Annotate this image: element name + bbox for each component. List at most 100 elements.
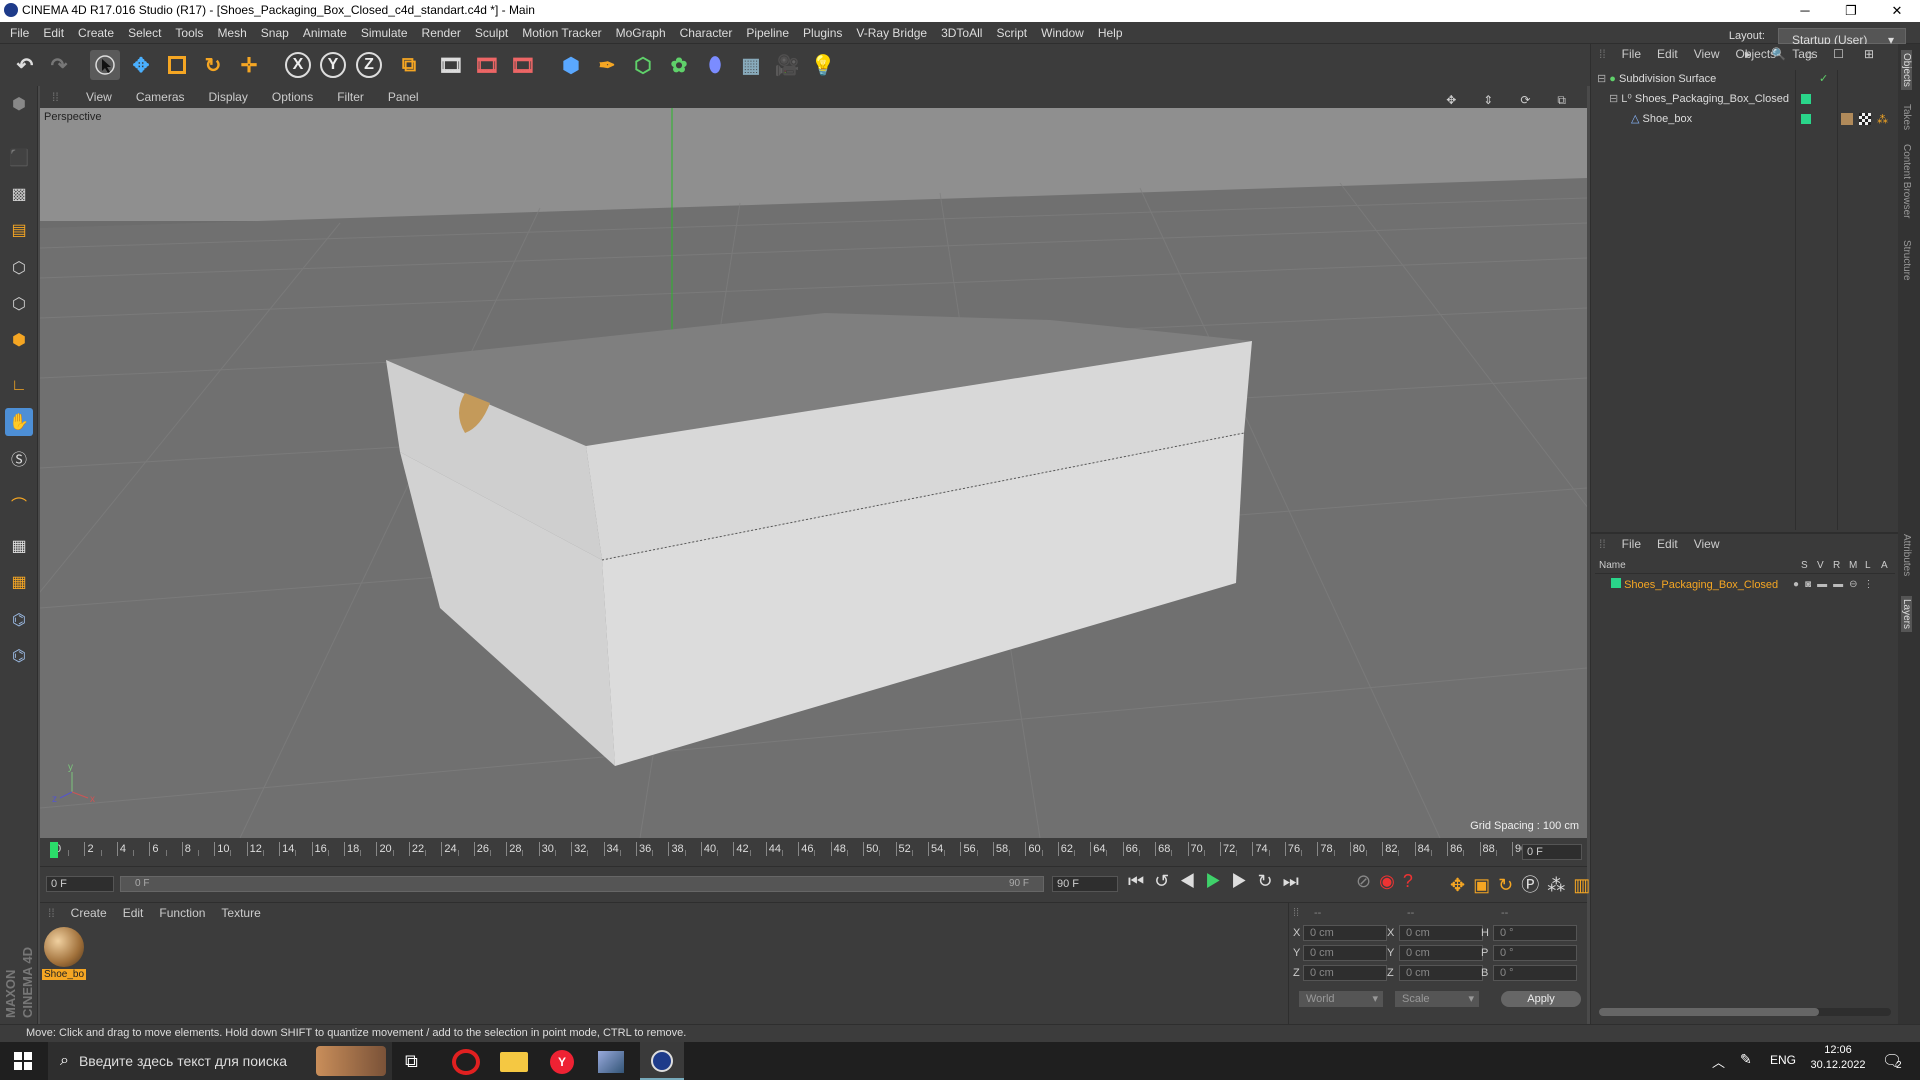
menu-select[interactable]: Select (121, 22, 168, 44)
object-row-subdivision[interactable]: ⊟ ● Subdivision Surface ✓ (1591, 70, 1891, 88)
transform-icon[interactable]: ✛ (234, 50, 264, 80)
collapse-icon[interactable]: ⊟ (1609, 93, 1618, 105)
model-mode-icon[interactable]: ⬛ (5, 144, 33, 172)
coord-field[interactable]: 0 cm (1399, 925, 1483, 941)
layer-col-solo[interactable]: S (1801, 560, 1808, 571)
menu-plugins[interactable]: Plugins (796, 22, 849, 44)
planar-workplane-icon[interactable]: ▦ (5, 568, 33, 596)
axis-mode-icon[interactable]: ∟ (5, 372, 33, 400)
layer-color-icon[interactable] (1801, 94, 1811, 104)
menu-tools[interactable]: Tools (168, 22, 210, 44)
menu-mesh[interactable]: Mesh (210, 22, 253, 44)
perspective-viewport[interactable]: y x z Perspective Grid Spacing : 100 cm (40, 108, 1587, 838)
pen-tray-icon[interactable]: ✎ (1740, 1051, 1752, 1068)
y-axis-lock-icon[interactable]: Y (320, 52, 346, 78)
redo-icon[interactable]: ↷ (44, 50, 74, 80)
layer-col-locked[interactable]: L (1865, 560, 1871, 571)
menu-file[interactable]: File (3, 22, 36, 44)
layer-flags-icons[interactable]: ●◙▬▬⊖⋮ (1793, 576, 1879, 594)
menu-create[interactable]: Create (71, 22, 121, 44)
viewport-menu-panel[interactable]: Panel (376, 86, 431, 108)
prev-key-icon[interactable]: ↺ (1154, 871, 1179, 891)
layer-menu-edit[interactable]: Edit (1649, 534, 1686, 554)
record-keys-icon[interactable]: ⊘ (1356, 871, 1379, 891)
coord-field[interactable]: 0 ° (1493, 925, 1577, 941)
tab-objects[interactable]: Objects (1901, 50, 1912, 90)
menu-script[interactable]: Script (989, 22, 1034, 44)
taskbar-clock[interactable]: 12:06 30.12.2022 (1800, 1044, 1876, 1071)
menu-sculpt[interactable]: Sculpt (468, 22, 515, 44)
prev-frame-icon[interactable]: ◀ (1179, 871, 1205, 891)
material-menu-texture[interactable]: Texture (213, 903, 268, 923)
keyframe-selection-icon[interactable]: ? (1403, 871, 1421, 891)
move-icon[interactable]: ✥ (126, 50, 156, 80)
menu-simulate[interactable]: Simulate (354, 22, 415, 44)
snap-icon[interactable]: Ⓢ (5, 444, 33, 472)
close-button[interactable]: ✕ (1874, 0, 1920, 22)
menu-edit[interactable]: Edit (36, 22, 71, 44)
material-menu-edit[interactable]: Edit (115, 903, 152, 923)
next-frame-icon[interactable]: ▶ (1231, 871, 1257, 891)
tab-structure[interactable]: Structure (1901, 240, 1912, 281)
coord-field[interactable]: 0 ° (1493, 965, 1577, 981)
autokey-icon[interactable]: ◉ (1379, 871, 1403, 891)
render-view-icon[interactable]: 🎞 (436, 50, 466, 80)
coord-field[interactable]: 0 cm (1303, 925, 1387, 941)
cube-primitive-icon[interactable]: ⬢ (556, 50, 586, 80)
search-icon[interactable]: 🔍 (1763, 44, 1798, 64)
make-editable-icon[interactable]: ⬢ (5, 90, 33, 118)
object-row-shoebox[interactable]: △ Shoe_box ⁂ (1591, 110, 1891, 128)
menu-character[interactable]: Character (673, 22, 740, 44)
tab-layers[interactable]: Layers (1901, 596, 1912, 633)
viewport-menu-filter[interactable]: Filter (325, 86, 376, 108)
restore-button[interactable]: ❐ (1828, 0, 1874, 22)
bookmark-icon[interactable]: ☐ (1825, 44, 1856, 64)
tab-takes[interactable]: Takes (1901, 104, 1912, 130)
timeline-ruler[interactable]: 0 2 4 6 8 10 12 14 16 18 20 22 24 26 28 30 32 34 36 38 40 42 4… (40, 838, 1587, 866)
coord-system-dropdown[interactable]: World ▾ (1299, 991, 1383, 1007)
layer-color-icon[interactable] (1801, 114, 1811, 124)
tweak-mode-icon[interactable]: ✋ (5, 408, 33, 436)
material-swatch[interactable]: Shoe_bo (42, 927, 86, 983)
yandex-browser-icon[interactable]: Y (550, 1050, 574, 1074)
key-parameter-icon[interactable]: Ⓟ (1521, 875, 1547, 895)
key-scale-icon[interactable]: ▣ (1473, 875, 1498, 895)
coordinate-system-icon[interactable]: ⧉ (394, 50, 424, 80)
render-settings-icon[interactable]: 🎞 (508, 50, 538, 80)
language-indicator[interactable]: ENG (1770, 1053, 1796, 1067)
tray-overflow-icon[interactable]: ︿ (1712, 1052, 1725, 1071)
menu-3dtoall[interactable]: 3DToAll (934, 22, 989, 44)
z-axis-lock-icon[interactable]: Z (356, 52, 382, 78)
layout-dropdown[interactable]: Startup (User) ▾ (1778, 28, 1906, 47)
menu-help[interactable]: Help (1091, 22, 1130, 44)
app-icon[interactable] (598, 1051, 624, 1073)
opera-app-icon[interactable] (452, 1049, 480, 1075)
new-window-icon[interactable]: ⊞ (1856, 44, 1886, 64)
texture-mode-icon[interactable]: ▩ (5, 180, 33, 208)
apply-button[interactable]: Apply (1501, 991, 1581, 1007)
key-position-icon[interactable]: ✥ (1450, 875, 1473, 895)
uvw-tag-icon[interactable] (1859, 113, 1871, 125)
home-icon[interactable]: ⌂ (1798, 44, 1825, 64)
object-menu-edit[interactable]: Edit (1649, 44, 1686, 64)
phong-tag-icon[interactable]: ⁂ (1877, 111, 1888, 129)
file-explorer-icon[interactable] (500, 1052, 528, 1072)
coord-field[interactable]: 0 cm (1399, 965, 1483, 981)
light-icon[interactable]: 💡 (808, 50, 838, 80)
cinema4d-taskbar-button[interactable] (640, 1042, 684, 1080)
tab-attributes[interactable]: Attributes (1901, 534, 1912, 576)
pen-spline-icon[interactable]: ✒ (592, 50, 622, 80)
windows-start-icon[interactable] (14, 1052, 32, 1070)
layer-col-render[interactable]: R (1833, 560, 1840, 571)
visibility-check-icon[interactable]: ✓ (1819, 70, 1828, 88)
start-frame-field[interactable]: 0 F (46, 876, 114, 892)
python-script-icon[interactable]: ⌬ (5, 606, 33, 634)
object-row-packaging[interactable]: ⊟ L⁰ Shoes_Packaging_Box_Closed (1591, 90, 1891, 108)
rotate-icon[interactable]: ↻ (198, 50, 228, 80)
menu-v-ray-bridge[interactable]: V-Ray Bridge (849, 22, 934, 44)
menu-window[interactable]: Window (1034, 22, 1091, 44)
layer-col-view[interactable]: V (1817, 560, 1824, 571)
menu-animate[interactable]: Animate (296, 22, 354, 44)
task-view-icon[interactable]: ⧉ (405, 1051, 418, 1072)
taskbar-search-box[interactable]: ⌕ Введите здесь текст для поиска (48, 1042, 392, 1080)
